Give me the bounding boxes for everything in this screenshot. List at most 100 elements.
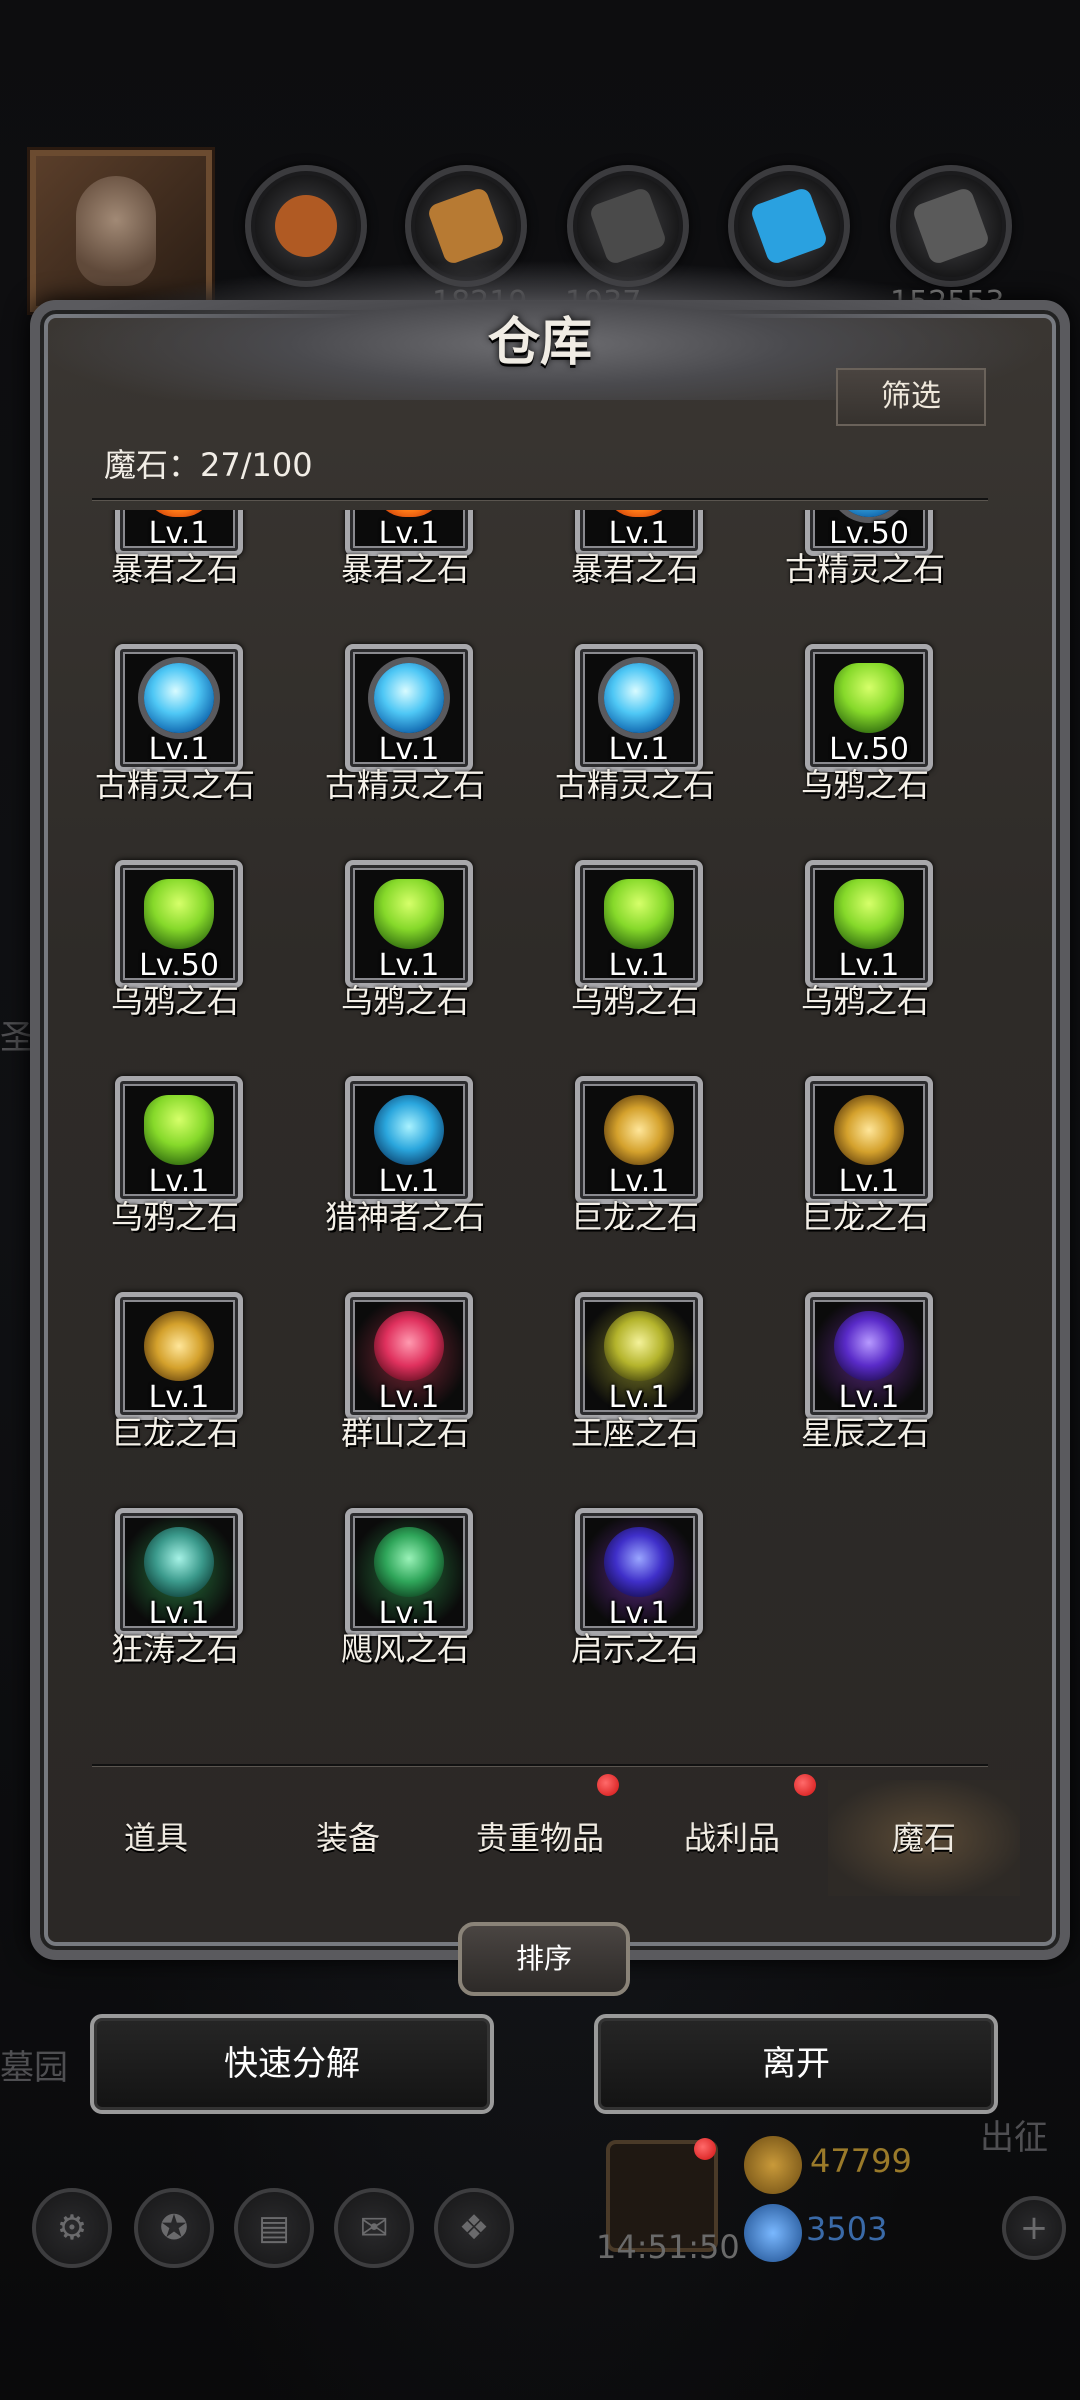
- item-name: 古精灵之石: [94, 766, 255, 804]
- tab-items[interactable]: 道具: [60, 1780, 252, 1896]
- magic-stone-count: 魔石：27/100: [104, 446, 313, 484]
- item-slot[interactable]: Lv.50: [115, 860, 243, 988]
- gem-amount: 3503: [806, 2210, 888, 2248]
- item-slot[interactable]: Lv.1: [575, 1508, 703, 1636]
- item-name: 暴君之石: [340, 550, 469, 588]
- inventory-item[interactable]: Lv.1 乌鸦之石: [520, 858, 750, 1058]
- inventory-item[interactable]: Lv.1 乌鸦之石: [750, 858, 980, 1058]
- item-slot[interactable]: Lv.1: [115, 644, 243, 772]
- item-slot[interactable]: Lv.1: [805, 1076, 933, 1204]
- dragon-stone-icon: [834, 1095, 904, 1165]
- top-divider: [92, 498, 988, 500]
- gift-badge: [694, 2138, 716, 2160]
- item-slot[interactable]: Lv.1: [345, 644, 473, 772]
- bottom-divider: [92, 1764, 988, 1766]
- dragon-stone-icon: [144, 1311, 214, 1381]
- item-slot[interactable]: Lv.1: [345, 1076, 473, 1204]
- item-name: 狂涛之石: [110, 1630, 239, 1668]
- item-name: 乌鸦之石: [110, 1198, 239, 1236]
- item-name: 启示之石: [570, 1630, 699, 1668]
- gold-coin-icon: [744, 2136, 802, 2194]
- item-slot[interactable]: Lv.1: [345, 1508, 473, 1636]
- loot-badge: [794, 1774, 816, 1796]
- star-stone-icon: [834, 1311, 904, 1381]
- item-slot[interactable]: Lv.1: [575, 1076, 703, 1204]
- inventory-item[interactable]: Lv.1 古精灵之石: [520, 642, 750, 842]
- throne-stone-icon: [604, 1311, 674, 1381]
- item-slot[interactable]: Lv.1: [115, 1076, 243, 1204]
- crow-stone-icon: [834, 663, 904, 733]
- item-slot[interactable]: Lv.1: [345, 860, 473, 988]
- inventory-grid: Lv.1 暴君之石 Lv.1 暴君之石 Lv.1 暴君之石 Lv.50 古精灵之石 Lv.1 古精…: [60, 510, 1020, 1765]
- item-name: 飓风之石: [340, 1630, 469, 1668]
- inventory-item[interactable]: Lv.1 猎神者之石: [290, 1074, 520, 1274]
- gold-amount: 47799: [810, 2142, 912, 2180]
- add-currency-icon[interactable]: +: [1002, 2196, 1066, 2260]
- gem-currency-icon: [744, 2204, 802, 2262]
- tab-valuables[interactable]: 贵重物品: [444, 1780, 636, 1896]
- inventory-item[interactable]: Lv.1 巨龙之石: [750, 1074, 980, 1274]
- inventory-item[interactable]: Lv.1 暴君之石: [60, 510, 290, 626]
- item-name: 乌鸦之石: [340, 982, 469, 1020]
- ice-stone-icon: [374, 663, 444, 733]
- item-slot[interactable]: Lv.1: [575, 644, 703, 772]
- item-slot[interactable]: Lv.1: [575, 1292, 703, 1420]
- item-name: 乌鸦之石: [800, 766, 929, 804]
- item-name: 暴君之石: [110, 550, 239, 588]
- inventory-item[interactable]: Lv.50 乌鸦之石: [750, 642, 980, 842]
- scroll-icon[interactable]: ❖: [434, 2188, 514, 2268]
- inventory-item[interactable]: Lv.1 古精灵之石: [60, 642, 290, 842]
- inventory-item[interactable]: Lv.1 巨龙之石: [520, 1074, 750, 1274]
- item-name: 暴君之石: [570, 550, 699, 588]
- item-slot[interactable]: Lv.1: [345, 1292, 473, 1420]
- item-slot[interactable]: Lv.1: [805, 1292, 933, 1420]
- gale-stone-icon: [374, 1527, 444, 1597]
- tab-equipment[interactable]: 装备: [252, 1780, 444, 1896]
- inventory-item[interactable]: Lv.1 古精灵之石: [290, 642, 520, 842]
- filter-button[interactable]: 筛选: [836, 368, 986, 426]
- inventory-item[interactable]: Lv.1 狂涛之石: [60, 1506, 290, 1706]
- item-name: 古精灵之石: [784, 550, 945, 588]
- mail-icon[interactable]: ✉: [334, 2188, 414, 2268]
- inventory-item[interactable]: Lv.50 乌鸦之石: [60, 858, 290, 1058]
- expedition-label: 出征: [980, 2118, 1048, 2158]
- settings-icon[interactable]: ⚙: [32, 2188, 112, 2268]
- inventory-item[interactable]: Lv.1 飓风之石: [290, 1506, 520, 1706]
- side-label-holy: 圣: [0, 1018, 34, 1058]
- item-name: 乌鸦之石: [110, 982, 239, 1020]
- gift-timer: 14:51:50: [596, 2228, 740, 2266]
- inventory-item[interactable]: Lv.1 乌鸦之石: [290, 858, 520, 1058]
- item-slot[interactable]: Lv.1: [115, 1292, 243, 1420]
- mount-stone-icon: [374, 1311, 444, 1381]
- dragon-stone-icon: [604, 1095, 674, 1165]
- tab-magic-stones[interactable]: 魔石: [828, 1780, 1020, 1896]
- item-name: 星辰之石: [800, 1414, 929, 1452]
- item-name: 巨龙之石: [110, 1414, 239, 1452]
- inventory-item[interactable]: Lv.1 暴君之石: [290, 510, 520, 626]
- sort-button[interactable]: 排序: [458, 1922, 630, 1996]
- item-slot[interactable]: Lv.50: [805, 644, 933, 772]
- inventory-item[interactable]: Lv.1 星辰之石: [750, 1290, 980, 1490]
- item-slot[interactable]: Lv.1: [575, 860, 703, 988]
- inventory-item[interactable]: Lv.1 乌鸦之石: [60, 1074, 290, 1274]
- item-slot[interactable]: Lv.1: [805, 860, 933, 988]
- inventory-item[interactable]: Lv.50 古精灵之石: [750, 510, 980, 626]
- achievement-icon[interactable]: ✪: [134, 2188, 214, 2268]
- item-name: 巨龙之石: [800, 1198, 929, 1236]
- book-icon[interactable]: ▤: [234, 2188, 314, 2268]
- crow-stone-icon: [144, 879, 214, 949]
- item-name: 乌鸦之石: [570, 982, 699, 1020]
- panel-title: 仓库: [487, 312, 592, 373]
- ice-stone-icon: [604, 663, 674, 733]
- inventory-item[interactable]: Lv.1 群山之石: [290, 1290, 520, 1490]
- inventory-item[interactable]: Lv.1 巨龙之石: [60, 1290, 290, 1490]
- inventory-item[interactable]: Lv.1 启示之石: [520, 1506, 750, 1706]
- leave-button[interactable]: 离开: [594, 2014, 998, 2114]
- tab-loot[interactable]: 战利品: [636, 1780, 828, 1896]
- quick-disassemble-button[interactable]: 快速分解: [90, 2014, 494, 2114]
- side-label-graveyard: 墓园: [0, 2048, 68, 2088]
- item-slot[interactable]: Lv.1: [115, 1508, 243, 1636]
- inventory-item[interactable]: Lv.1 暴君之石: [520, 510, 750, 626]
- ice-stone-icon: [144, 663, 214, 733]
- inventory-item[interactable]: Lv.1 王座之石: [520, 1290, 750, 1490]
